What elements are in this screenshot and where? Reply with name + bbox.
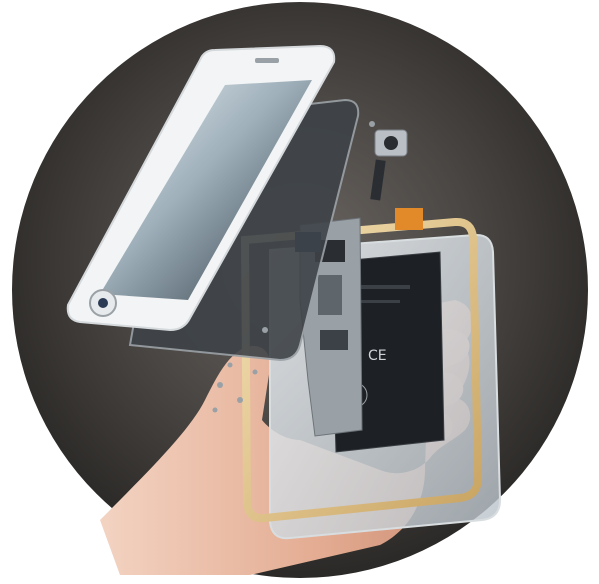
exploded-phone-illustration: CE	[12, 2, 588, 578]
orange-flex-connector	[395, 208, 423, 230]
battery-ce-mark: CE	[368, 348, 387, 364]
earpiece	[255, 58, 279, 63]
scene: CE	[0, 0, 599, 584]
